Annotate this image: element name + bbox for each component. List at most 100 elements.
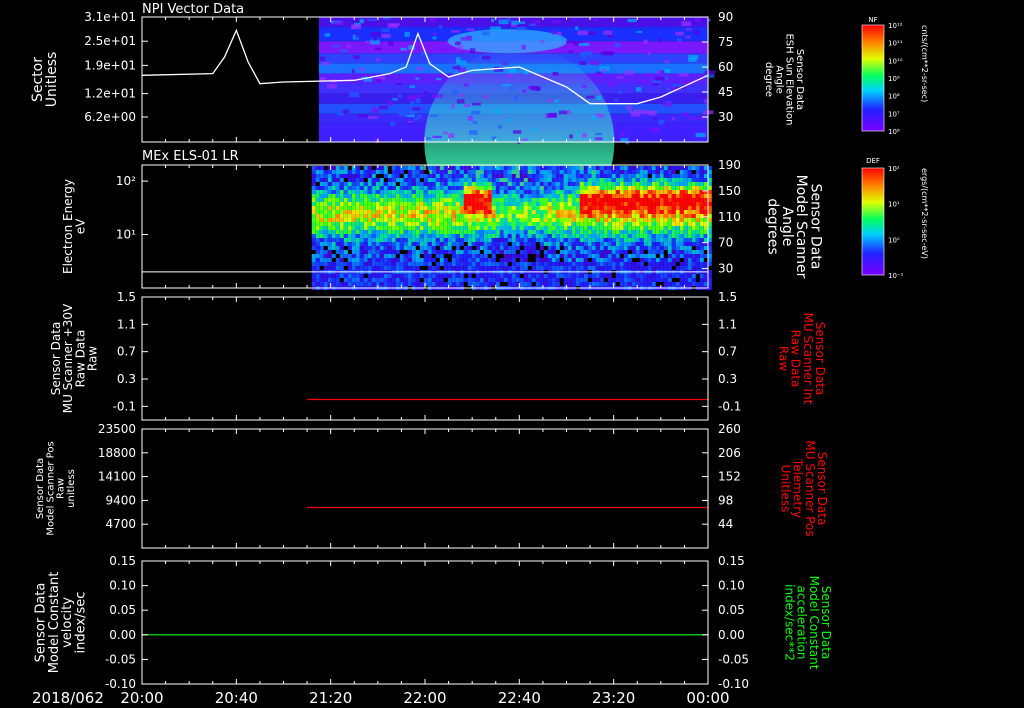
heatmap-cell (607, 274, 612, 278)
heatmap-cell (671, 222, 676, 226)
y-tick-label: 1.2e+01 (84, 87, 136, 101)
heatmap-cell (623, 242, 628, 246)
heatmap-cell (378, 105, 388, 110)
heatmap-cell (311, 282, 316, 286)
heatmap-cell (683, 222, 688, 226)
heatmap-cell (687, 230, 692, 234)
heatmap-cell (479, 282, 484, 286)
heatmap-cell (555, 182, 560, 186)
heatmap-cell (383, 222, 388, 226)
heatmap-cell (427, 210, 432, 214)
heatmap-cell (587, 246, 592, 250)
heatmap-cell (631, 190, 636, 194)
heatmap-cell (595, 194, 600, 198)
heatmap-cell (699, 178, 704, 182)
heatmap-cell (435, 178, 440, 182)
heatmap-cell (587, 250, 592, 254)
heatmap-cell (531, 246, 536, 250)
heatmap-cell (439, 93, 443, 98)
heatmap-cell (571, 182, 576, 186)
heatmap-cell (663, 262, 668, 266)
heatmap-cell (403, 202, 408, 206)
heatmap-cell (683, 258, 688, 262)
heatmap-cell (678, 73, 689, 77)
heatmap-cell (695, 262, 700, 266)
heatmap-cell (395, 214, 400, 218)
heatmap-cell (495, 170, 500, 174)
heatmap-cell (627, 282, 632, 286)
heatmap-cell (347, 226, 352, 230)
heatmap-cell (591, 210, 596, 214)
heatmap-cell (611, 170, 616, 174)
heatmap-cell (511, 190, 516, 194)
heatmap-cell (315, 218, 320, 222)
heatmap-cell (315, 202, 320, 206)
axis-label-line: degree (763, 62, 774, 97)
heatmap-cell (483, 226, 488, 230)
heatmap-cell (583, 198, 588, 202)
right-y-tick-label: -0.1 (718, 399, 741, 413)
heatmap-cell (327, 210, 332, 214)
heatmap-cell (563, 246, 568, 250)
heatmap-cell (559, 234, 564, 238)
heatmap-cell (635, 282, 640, 286)
heatmap-cell (511, 202, 516, 206)
heatmap-cell (443, 250, 448, 254)
heatmap-cell (539, 246, 544, 250)
heatmap-cell (595, 214, 600, 218)
heatmap-cell (475, 182, 480, 186)
heatmap-cell (415, 254, 420, 258)
heatmap-cell (399, 182, 404, 186)
heatmap-cell (611, 238, 616, 242)
heatmap-cell (615, 242, 620, 246)
heatmap-cell (439, 234, 444, 238)
heatmap-cell (631, 234, 636, 238)
heatmap-cell (599, 246, 604, 250)
heatmap-cell (459, 214, 464, 218)
heatmap-cell (403, 282, 408, 286)
heatmap-cell (651, 178, 656, 182)
heatmap-cell (583, 218, 588, 222)
heatmap-cell (371, 174, 376, 178)
heatmap-cell (455, 262, 460, 266)
heatmap-cell (467, 234, 472, 238)
heatmap-cell (567, 230, 572, 234)
heatmap-cell (483, 174, 488, 178)
heatmap-cell (607, 210, 612, 214)
heatmap-cell (611, 226, 616, 230)
heatmap-cell (411, 190, 416, 194)
heatmap-cell (671, 210, 676, 214)
heatmap-cell (523, 230, 528, 234)
heatmap-cell (535, 206, 540, 210)
heatmap-cell (503, 182, 508, 186)
heatmap-cell (331, 278, 336, 282)
heatmap-cell (675, 258, 680, 262)
heatmap-cell (595, 238, 600, 242)
heatmap-cell (359, 230, 364, 234)
heatmap-cell (455, 60, 467, 65)
heatmap-cell (367, 186, 372, 190)
heatmap-cell (703, 210, 708, 214)
heatmap-cell (687, 222, 692, 226)
heatmap-cell (451, 230, 456, 234)
heatmap-cell (685, 35, 691, 39)
heatmap-cell (419, 166, 424, 170)
heatmap-cell (431, 250, 436, 254)
heatmap-cell (467, 210, 472, 214)
heatmap-cell (487, 238, 492, 242)
heatmap-cell (429, 17, 436, 22)
heatmap-cell (359, 170, 364, 174)
heatmap-cell (399, 198, 404, 202)
panel-els: MEx ELS-01 LR 10²10¹1901501107030Electro… (61, 149, 824, 290)
heatmap-cell (459, 174, 464, 178)
heatmap-cell (419, 274, 424, 278)
heatmap-cell (699, 222, 704, 226)
heatmap-cell (531, 198, 536, 202)
heatmap-cell (435, 262, 440, 266)
heatmap-cell (351, 246, 356, 250)
heatmap-cell (627, 190, 632, 194)
heatmap-cell (679, 182, 684, 186)
heatmap-cell (379, 206, 384, 210)
heatmap-cell (515, 198, 520, 202)
heatmap-cell (555, 234, 560, 238)
